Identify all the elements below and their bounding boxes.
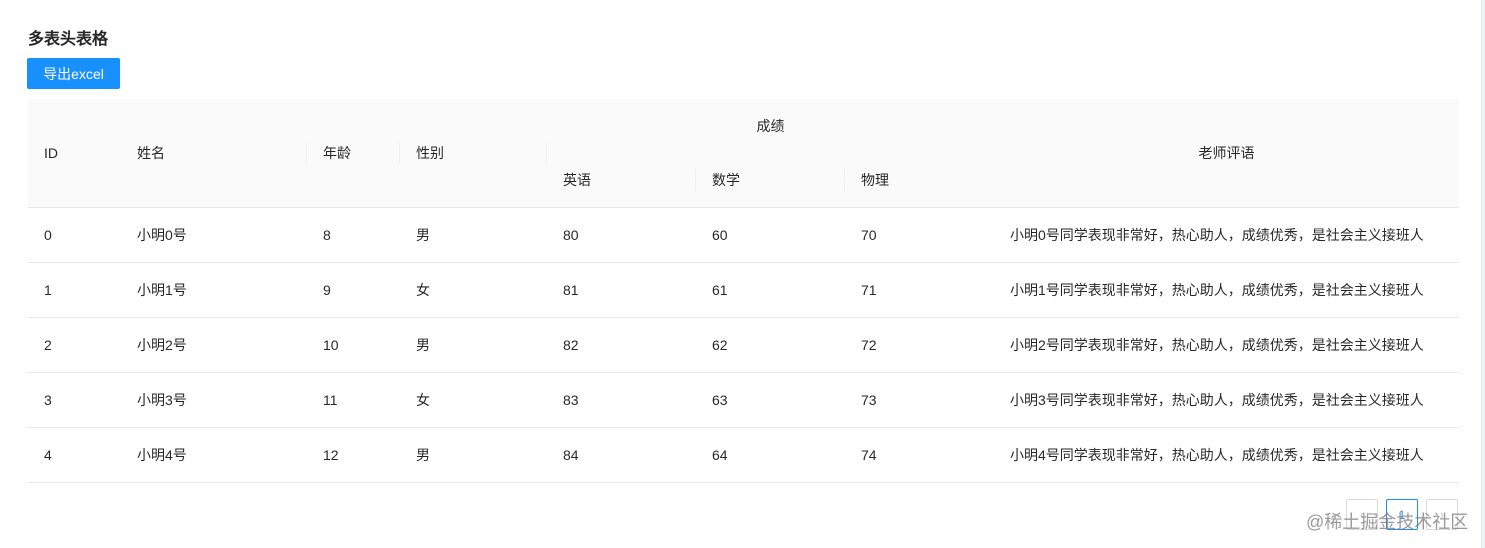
table-row: 4 小明4号 12 男 84 64 74 小明4号同学表现非常好，热心助人，成绩… — [28, 427, 1460, 483]
cell-id: 4 — [28, 427, 121, 483]
cell-physics: 70 — [845, 207, 995, 263]
cell-age: 9 — [307, 262, 400, 318]
column-header-comment: 老师评语 — [994, 99, 1460, 208]
cell-age: 11 — [307, 372, 400, 428]
cell-id: 0 — [28, 207, 121, 263]
column-header-gender: 性别 — [400, 99, 547, 208]
cell-comment: 小明4号同学表现非常好，热心助人，成绩优秀，是社会主义接班人 — [994, 427, 1460, 483]
column-header-physics: 物理 — [845, 153, 995, 208]
column-group-header-score: 成绩 — [547, 99, 995, 153]
watermark: @稀土掘金技术社区 — [1306, 512, 1469, 532]
cell-gender: 女 — [400, 262, 547, 318]
cell-physics: 73 — [845, 372, 995, 428]
cell-gender: 男 — [400, 427, 547, 483]
cell-gender: 男 — [400, 317, 547, 373]
table-row: 2 小明2号 10 男 82 62 72 小明2号同学表现非常好，热心助人，成绩… — [28, 317, 1460, 373]
table-row: 0 小明0号 8 男 80 60 70 小明0号同学表现非常好，热心助人，成绩优… — [28, 207, 1460, 263]
column-header-english: 英语 — [547, 153, 696, 208]
cell-name: 小明0号 — [121, 207, 307, 263]
cell-comment: 小明2号同学表现非常好，热心助人，成绩优秀，是社会主义接班人 — [994, 317, 1460, 373]
cell-id: 1 — [28, 262, 121, 318]
cell-math: 61 — [696, 262, 845, 318]
cell-physics: 72 — [845, 317, 995, 373]
cell-id: 3 — [28, 372, 121, 428]
cell-math: 63 — [696, 372, 845, 428]
column-header-age: 年龄 — [307, 99, 400, 208]
export-excel-button[interactable]: 导出excel — [27, 58, 120, 89]
cell-english: 82 — [547, 317, 696, 373]
cell-age: 8 — [307, 207, 400, 263]
cell-comment: 小明0号同学表现非常好，热心助人，成绩优秀，是社会主义接班人 — [994, 207, 1460, 263]
cell-name: 小明3号 — [121, 372, 307, 428]
cell-math: 64 — [696, 427, 845, 483]
column-header-name: 姓名 — [121, 99, 307, 208]
cell-comment: 小明3号同学表现非常好，热心助人，成绩优秀，是社会主义接班人 — [994, 372, 1460, 428]
cell-age: 10 — [307, 317, 400, 373]
cell-english: 83 — [547, 372, 696, 428]
cell-math: 60 — [696, 207, 845, 263]
cell-gender: 男 — [400, 207, 547, 263]
cell-english: 84 — [547, 427, 696, 483]
table-card: 多表头表格 导出excel ID 姓名 年龄 性别 成绩 老师评语 英语 数学 … — [0, 0, 1482, 548]
cell-gender: 女 — [400, 372, 547, 428]
cell-id: 2 — [28, 317, 121, 373]
table-row: 1 小明1号 9 女 81 61 71 小明1号同学表现非常好，热心助人，成绩优… — [28, 262, 1460, 318]
cell-english: 81 — [547, 262, 696, 318]
column-header-math: 数学 — [696, 153, 845, 208]
cell-name: 小明2号 — [121, 317, 307, 373]
cell-name: 小明1号 — [121, 262, 307, 318]
cell-age: 12 — [307, 427, 400, 483]
cell-english: 80 — [547, 207, 696, 263]
table-row: 3 小明3号 11 女 83 63 73 小明3号同学表现非常好，热心助人，成绩… — [28, 372, 1460, 428]
cell-name: 小明4号 — [121, 427, 307, 483]
cell-physics: 71 — [845, 262, 995, 318]
page-title: 多表头表格 — [28, 31, 109, 48]
cell-math: 62 — [696, 317, 845, 373]
cell-physics: 74 — [845, 427, 995, 483]
cell-comment: 小明1号同学表现非常好，热心助人，成绩优秀，是社会主义接班人 — [994, 262, 1460, 318]
column-header-id: ID — [28, 99, 121, 208]
multi-header-table: ID 姓名 年龄 性别 成绩 老师评语 英语 数学 物理 0 小明0号 8 男 … — [28, 99, 1460, 483]
